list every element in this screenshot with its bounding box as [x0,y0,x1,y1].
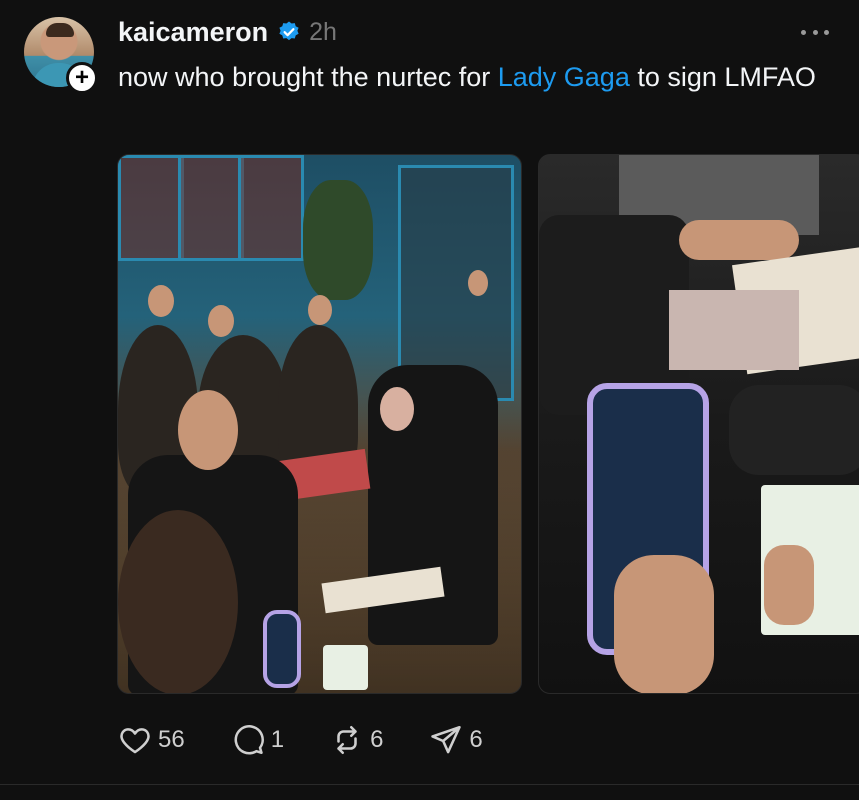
post-text: now who brought the nurtec for Lady Gaga… [118,58,818,97]
avatar-hair [46,23,74,37]
more-options-icon[interactable] [801,22,829,42]
phone-in-hand [263,610,301,688]
follow-button[interactable]: + [66,62,98,94]
window-pane [178,155,244,261]
post-text-after: to sign LMFAO [629,62,816,92]
hand-holding-phone [614,555,714,693]
window-pane [238,155,304,261]
comment-bubble-icon [234,725,264,755]
tree [303,180,373,300]
thread-post: + kaicameron 2h now who brought the nurt… [0,0,859,800]
hand-holding-box [764,545,814,625]
window-pane [118,155,184,261]
leather-arm [729,385,859,475]
more-dot [824,29,829,35]
share-count: 6 [469,726,483,753]
fan-face [178,390,238,470]
person-face [148,285,174,317]
post-text-before: now who brought the nurtec for [118,62,498,92]
person-face [468,270,488,296]
hand [679,220,799,260]
singer-face [380,387,414,431]
like-count: 56 [158,726,185,753]
share-button[interactable]: 6 [429,723,483,757]
fan-hair [118,510,238,693]
action-bar: 56 1 6 6 [118,722,529,758]
heart-icon [120,728,150,754]
repost-count: 6 [370,726,384,753]
repost-button[interactable]: 6 [330,723,383,757]
verified-badge-icon [279,21,299,41]
post-header: kaicameron 2h [118,14,337,50]
send-icon [431,725,462,754]
like-button[interactable]: 56 [118,723,185,757]
username[interactable]: kaicameron [118,17,268,48]
divider [0,784,859,785]
more-dot [801,29,806,35]
nurtec-box [323,645,368,690]
person-face [308,295,332,325]
post-image-2[interactable] [538,154,859,694]
repost-icon [337,725,357,755]
post-timestamp: 2h [309,17,337,46]
more-dot [812,29,818,35]
person-face [208,305,234,337]
photo-print [669,290,799,370]
reply-button[interactable]: 1 [231,723,284,757]
mention-link[interactable]: Lady Gaga [498,62,630,92]
post-image-1[interactable] [117,154,522,694]
reply-count: 1 [270,726,285,753]
